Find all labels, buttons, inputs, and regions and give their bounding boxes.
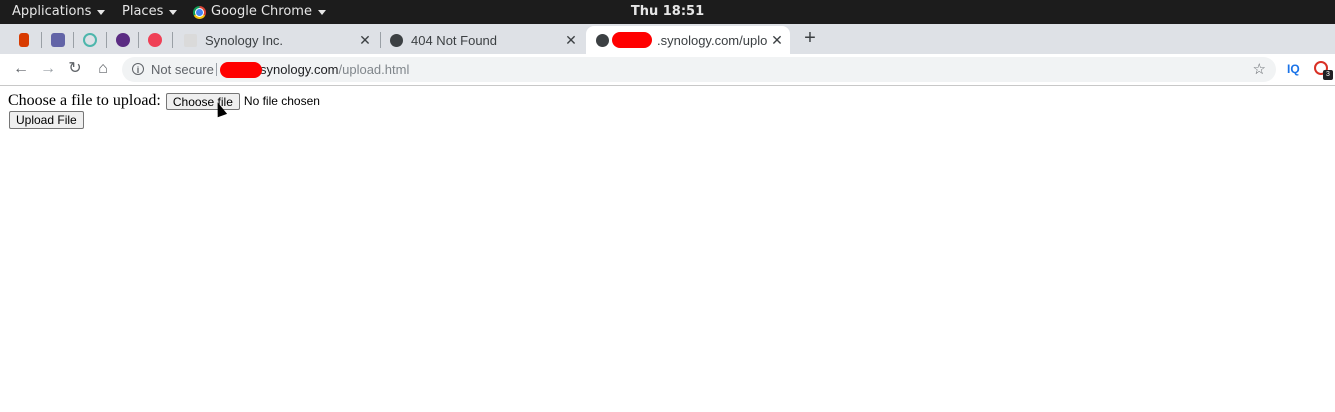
back-arrow-icon[interactable]: ←: [10, 58, 32, 80]
teams-icon: [51, 33, 65, 47]
tab-separator: [106, 32, 107, 48]
url-path: /upload.html: [338, 62, 410, 77]
forward-arrow-icon[interactable]: →: [37, 58, 59, 80]
pinned-tab-office[interactable]: [8, 29, 40, 51]
home-icon[interactable]: ⌂: [92, 58, 114, 80]
close-icon[interactable]: ✕: [768, 32, 786, 49]
bookmark-star-icon[interactable]: ☆: [1253, 57, 1266, 82]
file-upload-row: Choose a file to upload: Choose file No …: [8, 92, 320, 110]
synology-favicon-icon: [184, 33, 197, 47]
pinned-tab-pocket[interactable]: [139, 29, 171, 51]
tab-404[interactable]: 404 Not Found ✕: [380, 26, 584, 54]
browser-toolbar: ← → ↻ ⌂ i Not secure synology.com/upload…: [0, 54, 1335, 86]
pinned-tab-circle[interactable]: [74, 29, 106, 51]
pocket-icon: [148, 33, 162, 47]
divider: [216, 63, 217, 76]
p-logo-icon: [116, 33, 130, 47]
tab-title: Synology Inc.: [205, 32, 284, 48]
redaction-mark: [220, 62, 262, 78]
globe-icon: [390, 33, 403, 47]
close-icon[interactable]: ✕: [562, 32, 580, 49]
extension-iq-icon[interactable]: IQ: [1287, 54, 1300, 85]
pinned-tab-p[interactable]: [107, 29, 139, 51]
circle-icon: [83, 33, 97, 47]
no-file-text: No file chosen: [243, 94, 320, 108]
close-icon[interactable]: ✕: [356, 32, 374, 49]
reload-icon[interactable]: ↻: [64, 58, 86, 80]
tab-separator: [41, 32, 42, 48]
page-content: Choose a file to upload: Choose file No …: [0, 86, 1335, 412]
system-top-bar: Applications Places Google Chrome Thu 18…: [0, 0, 1335, 24]
file-label: Choose a file to upload:: [8, 92, 161, 109]
security-status[interactable]: Not secure: [151, 57, 214, 82]
tab-synology[interactable]: Synology Inc. ✕: [174, 26, 378, 54]
redaction-mark: [612, 32, 652, 48]
new-tab-button[interactable]: +: [798, 27, 822, 51]
tab-separator: [138, 32, 139, 48]
upload-file-button[interactable]: Upload File: [9, 111, 84, 129]
pinned-tab-teams[interactable]: [42, 29, 74, 51]
globe-icon: [596, 33, 609, 47]
office-icon: [19, 33, 29, 47]
extension-badge: 3: [1323, 70, 1333, 80]
choose-file-button[interactable]: Choose file: [165, 92, 240, 110]
tab-separator: [172, 32, 173, 48]
clock[interactable]: Thu 18:51: [0, 0, 1335, 24]
url-text[interactable]: synology.com/upload.html: [260, 57, 409, 82]
tab-title: 404 Not Found: [411, 32, 498, 48]
info-icon[interactable]: i: [132, 63, 144, 75]
url-domain: synology.com: [260, 62, 339, 77]
tab-separator: [73, 32, 74, 48]
address-bar[interactable]: i Not secure synology.com/upload.html ☆: [122, 57, 1276, 82]
